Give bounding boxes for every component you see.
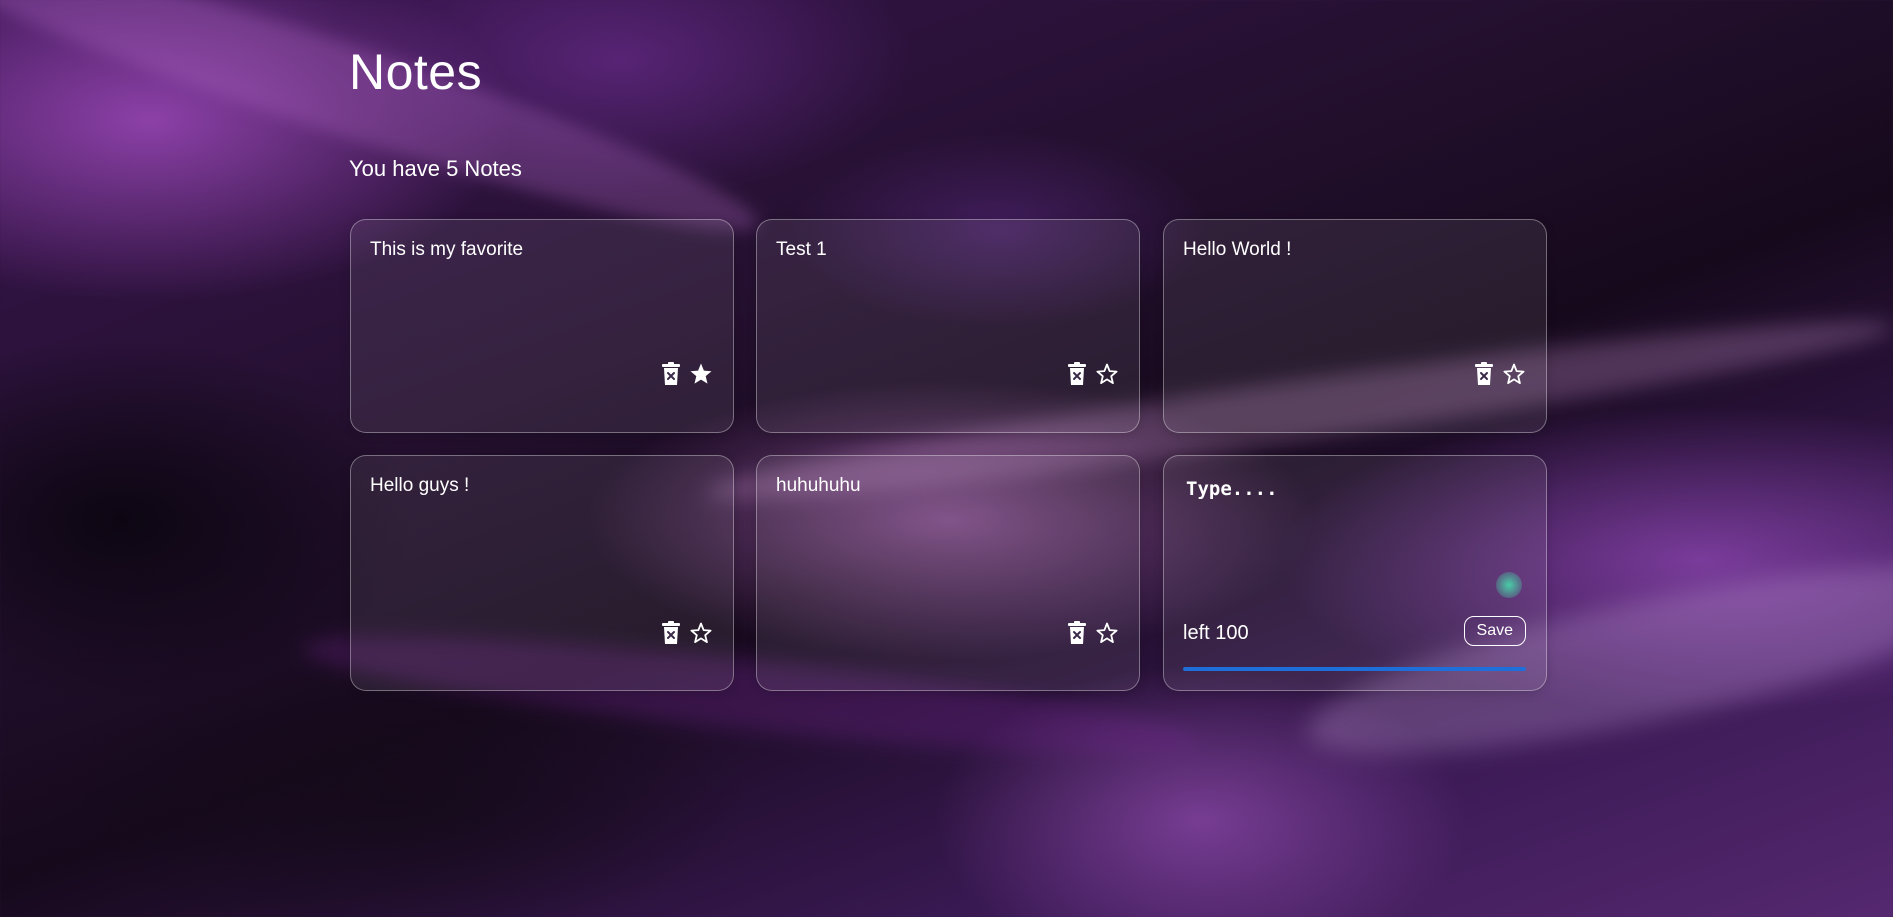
notes-count-suffix: Notes <box>458 156 522 181</box>
trash-x-icon[interactable] <box>1474 362 1494 386</box>
trash-x-icon[interactable] <box>1067 621 1087 645</box>
star-outline-icon[interactable] <box>689 621 713 645</box>
star-outline-icon[interactable] <box>1502 362 1526 386</box>
note-actions <box>1067 621 1119 645</box>
page-title: Notes <box>349 44 483 100</box>
notes-count-prefix: You have <box>349 156 447 181</box>
trash-x-icon[interactable] <box>661 621 681 645</box>
note-text: huhuhuhu <box>776 475 861 496</box>
save-button[interactable]: Save <box>1463 616 1526 646</box>
note-text: Test 1 <box>776 239 827 260</box>
note-card: This is my favorite <box>350 219 734 433</box>
note-card: Hello World ! <box>1163 219 1547 433</box>
note-actions <box>1474 362 1526 386</box>
note-text: This is my favorite <box>370 239 524 260</box>
note-actions <box>1067 362 1119 386</box>
character-progress-fill <box>1183 667 1526 671</box>
note-text: Hello World ! <box>1183 239 1292 260</box>
star-filled-icon[interactable] <box>689 362 713 386</box>
characters-remaining: left 100 <box>1183 622 1249 644</box>
cursor-indicator <box>1496 572 1522 598</box>
trash-x-icon[interactable] <box>661 362 681 386</box>
note-text: Hello guys ! <box>370 475 470 496</box>
note-card: huhuhuhu <box>756 455 1140 691</box>
notes-count-value: 5 <box>446 156 459 181</box>
trash-x-icon[interactable] <box>1067 362 1087 386</box>
star-outline-icon[interactable] <box>1095 362 1119 386</box>
notes-count: You have 5 Notes <box>349 155 522 183</box>
new-note-card: left 100 Save <box>1163 455 1547 691</box>
note-actions <box>661 621 713 645</box>
note-actions <box>661 362 713 386</box>
new-note-input[interactable] <box>1186 478 1516 500</box>
note-card: Test 1 <box>756 219 1140 433</box>
note-card: Hello guys ! <box>350 455 734 691</box>
character-progress-bar <box>1183 667 1526 671</box>
star-outline-icon[interactable] <box>1095 621 1119 645</box>
